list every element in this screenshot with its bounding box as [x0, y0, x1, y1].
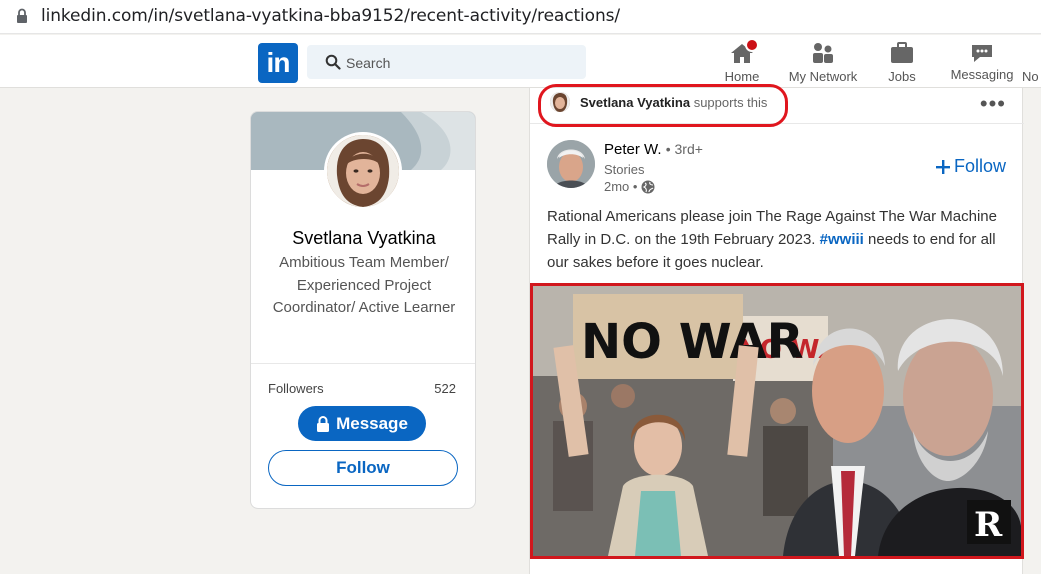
followers-label: Followers [268, 381, 324, 396]
messaging-icon [972, 45, 992, 62]
linkedin-logo[interactable]: in [258, 43, 298, 83]
profile-card: Svetlana Vyatkina Ambitious Team Member/… [250, 111, 476, 509]
lock-icon [317, 415, 330, 432]
search-input[interactable]: Search [346, 55, 390, 71]
nav-messaging[interactable]: Messaging [946, 41, 1018, 87]
plus-icon [935, 159, 950, 174]
feed-post: Svetlana Vyatkina supports this ••• Pete… [529, 84, 1024, 574]
url-text[interactable]: linkedin.com/in/svetlana-vyatkina-bba915… [41, 6, 620, 26]
follow-author-button[interactable]: Follow [935, 156, 1006, 177]
connection-degree: • 3rd+ [665, 141, 703, 157]
profile-follow-label: Follow [336, 458, 390, 477]
sign-text: NO WAR [581, 314, 804, 370]
lock-icon [17, 8, 27, 23]
follow-author-label: Follow [953, 156, 1006, 176]
nav-notifications[interactable]: No [1022, 41, 1041, 87]
network-icon [813, 43, 833, 63]
browser-address-bar[interactable]: linkedin.com/in/svetlana-vyatkina-bba915… [0, 0, 1041, 34]
author-name-text[interactable]: Peter W. [604, 141, 662, 158]
nav-notifications-label: No [1022, 69, 1039, 84]
hashtag-link[interactable]: #wwiii [820, 231, 864, 248]
message-button-label: Message [336, 413, 408, 433]
nav-messaging-label: Messaging [950, 67, 1014, 82]
nav-home-label: Home [724, 69, 760, 84]
divider [251, 363, 475, 364]
nav-home[interactable]: Home [716, 38, 768, 87]
notification-dot [745, 38, 759, 52]
nav-my-network[interactable]: My Network [782, 41, 864, 87]
watermark-text: R [974, 505, 1003, 545]
nav-my-network-label: My Network [788, 69, 858, 84]
post-body: Rational Americans please join The Rage … [547, 205, 1012, 274]
briefcase-icon [891, 42, 913, 63]
profile-follow-button[interactable]: Follow [268, 450, 458, 486]
post-time-text: 2mo • [604, 179, 638, 194]
profile-avatar[interactable] [324, 132, 402, 210]
author-avatar[interactable] [547, 140, 595, 188]
reaction-header: Svetlana Vyatkina supports this ••• [530, 84, 1024, 127]
post-timestamp: 2mo • [604, 179, 655, 194]
nav-jobs-label: Jobs [888, 69, 916, 84]
profile-name[interactable]: Svetlana Vyatkina [251, 228, 475, 249]
more-options-button[interactable]: ••• [980, 91, 1006, 117]
message-button[interactable]: Message [298, 406, 426, 441]
author-name[interactable]: Peter W. • 3rd+ [604, 141, 703, 158]
top-navigation: in Search Home My Network Jobs Messaging… [0, 35, 1041, 88]
profile-headline: Ambitious Team Member/ Experienced Proje… [272, 254, 456, 316]
post-image[interactable]: NO WA NO WAR R [530, 283, 1024, 559]
globe-icon [641, 180, 655, 193]
followers-count: 522 [434, 381, 456, 396]
author-subtitle: Stories [604, 162, 645, 177]
search-icon [325, 54, 341, 70]
nav-jobs[interactable]: Jobs [878, 41, 926, 87]
highlight-annotation [538, 84, 788, 127]
